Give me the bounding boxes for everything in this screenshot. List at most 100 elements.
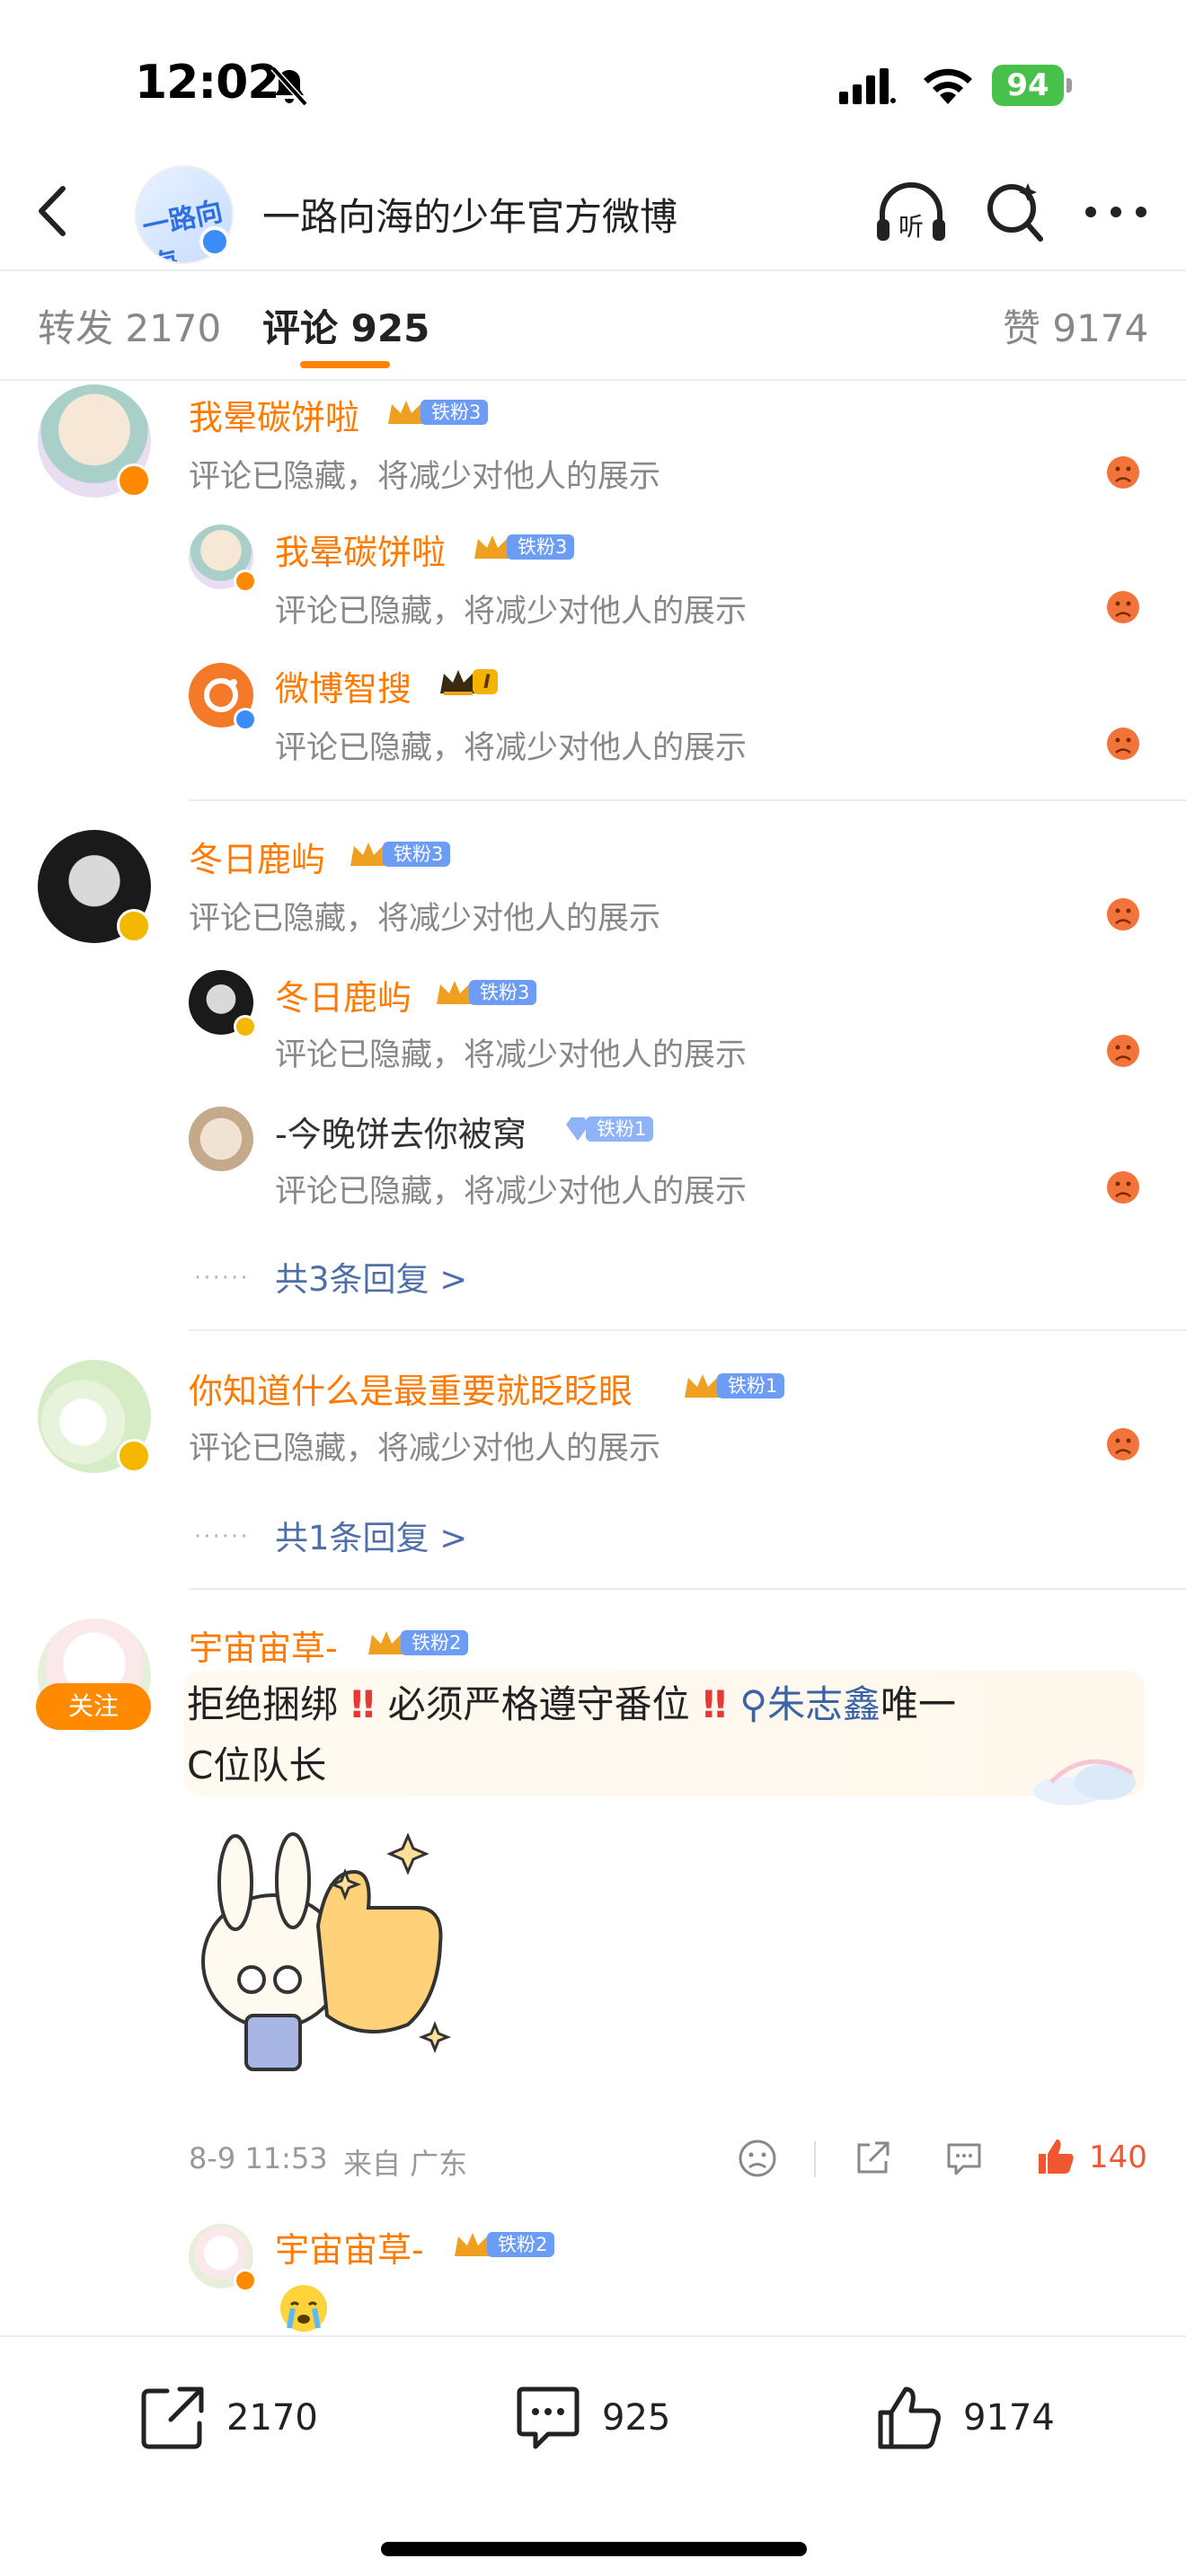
active-tab-indicator <box>300 361 390 368</box>
hidden-comment-text: 评论已隐藏，将减少对他人的展示 <box>275 1174 748 1210</box>
topic-search-icon: ⚲ <box>739 1682 767 1726</box>
tab-comments[interactable]: 评论 925 <box>262 298 429 353</box>
battery-indicator: 94 <box>992 65 1073 106</box>
repost-count: 2170 <box>226 2397 318 2439</box>
reply-username[interactable]: 冬日鹿屿 <box>275 970 412 1019</box>
nav-header: 一路向海 一路向海的少年官方微博 听 <box>0 162 1186 269</box>
verified-badge-icon <box>117 463 151 498</box>
comment-text-part: 必须严格遵守番位 <box>387 1682 690 1726</box>
view-more-replies-link[interactable]: 共3条回复 > <box>275 1252 467 1301</box>
sad-face-icon[interactable] <box>1105 726 1141 762</box>
tab-likes[interactable]: 赞 9174 <box>1003 298 1148 353</box>
svg-text:听: 听 <box>898 212 924 242</box>
tab-bar: 转发 2170 评论 925 赞 9174 <box>0 271 1186 379</box>
bell-muted-icon <box>270 66 308 107</box>
topic-link-text: 朱志鑫 <box>766 1682 881 1726</box>
like-count-total: 9174 <box>963 2397 1055 2439</box>
comment-username[interactable]: 我晕碳饼啦 <box>189 390 359 439</box>
view-more-replies-link[interactable]: 共1条回复 > <box>275 1511 467 1559</box>
sticker-bunny-thumbs-up[interactable] <box>192 1818 471 2087</box>
comment-timestamp: 8-9 11:53 <box>189 2141 328 2175</box>
dislike-face-icon[interactable] <box>737 2138 778 2179</box>
comment-divider <box>189 1588 1186 1590</box>
repost-icon <box>141 2386 204 2449</box>
sad-face-icon[interactable] <box>1105 896 1141 932</box>
follow-button[interactable]: 关注 <box>36 1683 151 1730</box>
member-badge-label: I <box>473 669 498 694</box>
like-button[interactable]: 9174 <box>873 2373 1055 2463</box>
sad-face-icon[interactable] <box>1105 1169 1141 1205</box>
fan-badge-label: 铁粉3 <box>383 842 451 867</box>
reply-username[interactable]: 微博智搜 <box>275 661 412 710</box>
like-thumbs-up-icon[interactable] <box>1035 2136 1076 2177</box>
hidden-comment-text: 评论已隐藏，将减少对他人的展示 <box>189 901 661 937</box>
fan-badge: 铁粉1 <box>681 1371 785 1401</box>
comment-button[interactable]: 925 <box>512 2373 670 2463</box>
fan-badge: 铁粉2 <box>365 1628 469 1658</box>
fan-badge: 铁粉2 <box>451 2229 555 2260</box>
reply-comment-icon[interactable] <box>943 2138 985 2179</box>
comment-text-part: 唯一 <box>880 1682 956 1726</box>
comment-list: 我晕碳饼啦 铁粉3 评论已隐藏，将减少对他人的展示 我晕碳饼啦 铁粉3 评论已隐… <box>0 381 1186 2335</box>
fan-badge-label: 铁粉3 <box>420 400 489 425</box>
bottom-action-bar: 2170 925 9174 <box>0 2335 1186 2576</box>
sad-face-icon[interactable] <box>1105 1426 1141 1462</box>
repost-button[interactable]: 2170 <box>137 2373 318 2463</box>
fan-badge: 铁粉3 <box>433 977 537 1008</box>
verified-badge-icon <box>234 2269 257 2292</box>
status-bar: 12:02 94 <box>0 0 1186 162</box>
comment-count: 925 <box>602 2397 671 2439</box>
like-count: 140 <box>1089 2139 1147 2175</box>
wifi-icon <box>924 68 972 104</box>
sad-face-icon[interactable] <box>1105 589 1141 625</box>
comment-username[interactable]: 冬日鹿屿 <box>189 832 325 881</box>
reply-username[interactable]: 我晕碳饼啦 <box>275 525 446 574</box>
comment-username[interactable]: 你知道什么是最重要就眨眨眼 <box>189 1363 633 1413</box>
verified-badge-icon <box>117 1439 151 1473</box>
action-separator <box>814 2141 816 2177</box>
verified-badge-icon <box>234 1015 257 1038</box>
status-time: 12:02 <box>135 56 280 110</box>
share-icon[interactable] <box>852 2138 893 2179</box>
cellular-signal-icon <box>839 68 896 104</box>
double-exclamation-icon: ‼ <box>338 1682 388 1726</box>
comment-icon <box>517 2386 580 2449</box>
reply-dots: ······ <box>194 1523 250 1550</box>
double-exclamation-icon: ‼ <box>689 1682 740 1726</box>
page-title[interactable]: 一路向海的少年官方微博 <box>262 187 677 242</box>
fan-badge: 铁粉3 <box>347 839 451 869</box>
sad-face-icon[interactable] <box>1105 454 1141 490</box>
search-icon[interactable] <box>981 176 1048 248</box>
reply-username[interactable]: 宇宙宙草- <box>275 2222 424 2272</box>
home-indicator <box>381 2542 807 2556</box>
listen-headphones-icon[interactable]: 听 <box>873 180 949 248</box>
battery-tip <box>1067 78 1072 93</box>
comment-text[interactable]: 拒绝捆绑 ‼ 必须严格遵守番位 ‼ ⚲朱志鑫唯一 C位队长 <box>187 1674 1157 1796</box>
verified-badge-icon <box>117 909 151 943</box>
cloud-decoration-icon <box>1033 1759 1136 1805</box>
hidden-comment-text: 评论已隐藏，将减少对他人的展示 <box>189 1431 661 1467</box>
topic-link[interactable]: ⚲朱志鑫 <box>739 1682 881 1726</box>
verified-badge-icon <box>199 226 230 257</box>
tab-reposts[interactable]: 转发 2170 <box>38 298 221 353</box>
more-options-icon[interactable] <box>1082 185 1150 239</box>
verified-badge-icon <box>234 708 257 731</box>
hidden-comment-text: 评论已隐藏，将减少对他人的展示 <box>275 1037 748 1073</box>
comment-username[interactable]: 宇宙宙草- <box>189 1620 338 1670</box>
reply-username[interactable]: -今晚饼去你被窝 <box>275 1107 527 1156</box>
avatar[interactable] <box>189 1107 253 1171</box>
fan-badge-label: 铁粉1 <box>717 1373 785 1398</box>
comment-source: 来自 广东 <box>343 2147 468 2181</box>
sad-face-icon[interactable] <box>1105 1033 1141 1069</box>
comment-text-part: C位队长 <box>187 1743 327 1787</box>
hidden-comment-text: 评论已隐藏，将减少对他人的展示 <box>275 594 748 630</box>
comment-divider <box>189 799 1186 801</box>
hidden-comment-text: 评论已隐藏，将减少对他人的展示 <box>275 730 748 766</box>
back-arrow-icon[interactable] <box>27 180 81 243</box>
crying-emoji-icon <box>280 2285 327 2332</box>
fan-badge-label: 铁粉3 <box>469 980 537 1005</box>
fan-badge: 铁粉1 <box>562 1114 654 1144</box>
hidden-comment-text: 评论已隐藏，将减少对他人的展示 <box>189 459 661 495</box>
comment-divider <box>189 1329 1186 1331</box>
fan-badge-label: 铁粉1 <box>586 1116 654 1142</box>
